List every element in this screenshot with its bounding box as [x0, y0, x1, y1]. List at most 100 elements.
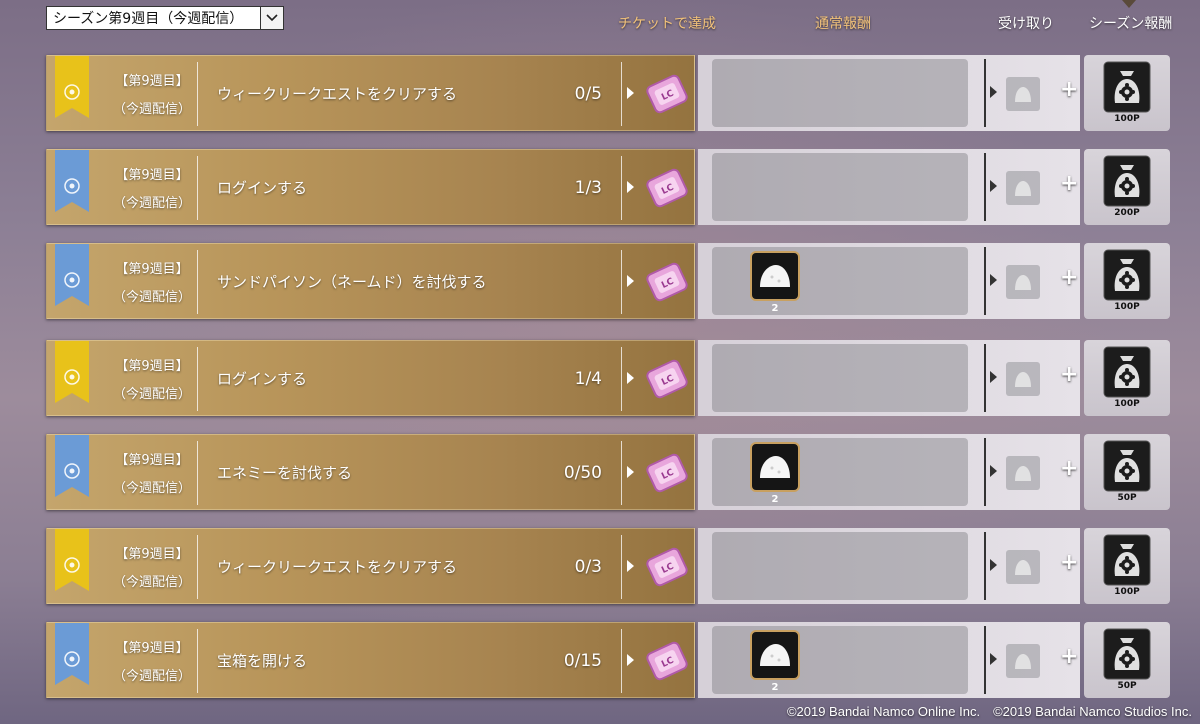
claim-button[interactable]: [1006, 456, 1040, 490]
quest-panel: 【第9週目】 （今週配信） エネミーを討伐する 0/50 LC: [46, 434, 695, 510]
season-points: 100P: [1114, 587, 1140, 597]
normal-reward-panel: 2 +: [698, 243, 1080, 319]
season-reward-box[interactable]: 100P: [1084, 55, 1170, 131]
season-points: 100P: [1114, 114, 1140, 124]
quest-panel: 【第9週目】 （今週配信） サンドパイソン（ネームド）を討伐する LC: [46, 243, 695, 319]
plus-icon: +: [1060, 265, 1079, 290]
quest-week-label: 【第9週目】: [115, 359, 189, 374]
season-reward-box[interactable]: 50P: [1084, 622, 1170, 698]
season-reward-box[interactable]: 200P: [1084, 149, 1170, 225]
plus-icon: +: [1060, 456, 1079, 481]
divider: [197, 535, 198, 599]
normal-reward-panel: +: [698, 149, 1080, 225]
ticket-icon[interactable]: LC: [644, 637, 690, 685]
claim-button[interactable]: [1006, 550, 1040, 584]
plus-icon: +: [1060, 550, 1079, 575]
quest-row[interactable]: 【第9週目】 （今週配信） サンドパイソン（ネームド）を討伐する LC 2 + …: [46, 243, 1170, 319]
divider: [197, 62, 198, 126]
arrow-right-icon: [627, 181, 634, 193]
claim-button[interactable]: [1006, 171, 1040, 205]
week-select-value: シーズン第9週目（今週配信）: [53, 11, 244, 27]
arrow-right-icon: [990, 274, 997, 286]
reward-item-icon[interactable]: [750, 442, 800, 492]
ticket-icon[interactable]: LC: [644, 355, 690, 403]
claim-button[interactable]: [1006, 644, 1040, 678]
divider: [621, 535, 622, 599]
normal-reward-panel: +: [698, 528, 1080, 604]
claim-button[interactable]: [1006, 77, 1040, 111]
ticket-icon[interactable]: LC: [644, 543, 690, 591]
ticket-icon[interactable]: LC: [644, 449, 690, 497]
ticket-icon[interactable]: LC: [644, 70, 690, 118]
quest-week-label: 【第9週目】: [115, 453, 189, 468]
arrow-right-icon: [990, 653, 997, 665]
quest-title: サンドパイソン（ネームド）を討伐する: [217, 273, 487, 291]
reward-item-icon[interactable]: [750, 630, 800, 680]
divider: [197, 347, 198, 411]
quest-row[interactable]: 【第9週目】 （今週配信） 宝箱を開ける 0/15 LC 2 + 50P: [46, 622, 1170, 698]
quest-row[interactable]: 【第9週目】 （今週配信） ログインする 1/4 LC + 100P: [46, 340, 1170, 416]
divider: [197, 250, 198, 314]
reward-slot: [712, 344, 968, 412]
quest-row[interactable]: 【第9週目】 （今週配信） ログインする 1/3 LC + 200P: [46, 149, 1170, 225]
quest-week-label: 【第9週目】: [115, 547, 189, 562]
point-bag-icon: [1103, 61, 1151, 113]
quest-progress: 0/50: [563, 463, 602, 483]
divider: [621, 62, 622, 126]
quest-week-label: 【第9週目】: [115, 641, 189, 656]
point-bag-icon: [1103, 155, 1151, 207]
divider: [621, 347, 622, 411]
point-bag-icon: [1103, 249, 1151, 301]
normal-reward-panel: +: [698, 55, 1080, 131]
quest-row[interactable]: 【第9週目】 （今週配信） エネミーを討伐する 0/50 LC 2 + 50P: [46, 434, 1170, 510]
divider: [621, 441, 622, 505]
divider: [984, 532, 986, 600]
plus-icon: +: [1060, 77, 1079, 102]
divider: [621, 156, 622, 220]
normal-reward-panel: +: [698, 340, 1080, 416]
quest-row[interactable]: 【第9週目】 （今週配信） ウィークリークエストをクリアする 0/5 LC + …: [46, 55, 1170, 131]
plus-icon: +: [1060, 644, 1079, 669]
reward-item-count: 2: [771, 682, 779, 693]
week-select-dropdown[interactable]: シーズン第9週目（今週配信）: [46, 6, 284, 30]
season-points: 200P: [1114, 208, 1140, 218]
arrow-right-icon: [627, 466, 634, 478]
quest-title: 宝箱を開ける: [217, 652, 308, 670]
normal-reward-panel: 2 +: [698, 622, 1080, 698]
arrow-right-icon: [627, 560, 634, 572]
divider: [197, 629, 198, 693]
quest-row[interactable]: 【第9週目】 （今週配信） ウィークリークエストをクリアする 0/3 LC + …: [46, 528, 1170, 604]
season-reward-box[interactable]: 100P: [1084, 528, 1170, 604]
ticket-icon[interactable]: LC: [644, 258, 690, 306]
reward-slot: [712, 59, 968, 127]
arrow-right-icon: [990, 371, 997, 383]
ribbon-icon: [55, 435, 89, 497]
copyright-text: ©2019 Bandai Namco Online Inc. ©2019 Ban…: [786, 704, 1192, 719]
ribbon-icon: [55, 56, 89, 118]
quest-panel: 【第9週目】 （今週配信） ログインする 1/4 LC: [46, 340, 695, 416]
quest-panel: 【第9週目】 （今週配信） ウィークリークエストをクリアする 0/3 LC: [46, 528, 695, 604]
quest-week-label: 【第9週目】: [115, 168, 189, 183]
plus-icon: +: [1060, 171, 1079, 196]
reward-slot: 2: [712, 438, 968, 506]
arrow-right-icon: [990, 465, 997, 477]
ticket-icon[interactable]: LC: [644, 164, 690, 212]
arrow-right-icon: [627, 372, 634, 384]
season-reward-box[interactable]: 100P: [1084, 340, 1170, 416]
quest-progress: 0/3: [574, 557, 602, 577]
quest-title: ログインする: [217, 370, 308, 388]
divider: [197, 156, 198, 220]
quest-panel: 【第9週目】 （今週配信） ログインする 1/3 LC: [46, 149, 695, 225]
claim-button[interactable]: [1006, 265, 1040, 299]
chevron-down-icon[interactable]: [260, 7, 283, 29]
reward-item-icon[interactable]: [750, 251, 800, 301]
reward-item-count: 2: [771, 303, 779, 314]
season-reward-box[interactable]: 50P: [1084, 434, 1170, 510]
season-reward-box[interactable]: 100P: [1084, 243, 1170, 319]
quest-week-label: 【第9週目】: [115, 262, 189, 277]
claim-button[interactable]: [1006, 362, 1040, 396]
quest-title: ウィークリークエストをクリアする: [217, 85, 458, 103]
quest-week-sub: （今週配信）: [112, 575, 191, 590]
season-points: 100P: [1114, 302, 1140, 312]
col-header-ticket: チケットで達成: [618, 16, 716, 32]
